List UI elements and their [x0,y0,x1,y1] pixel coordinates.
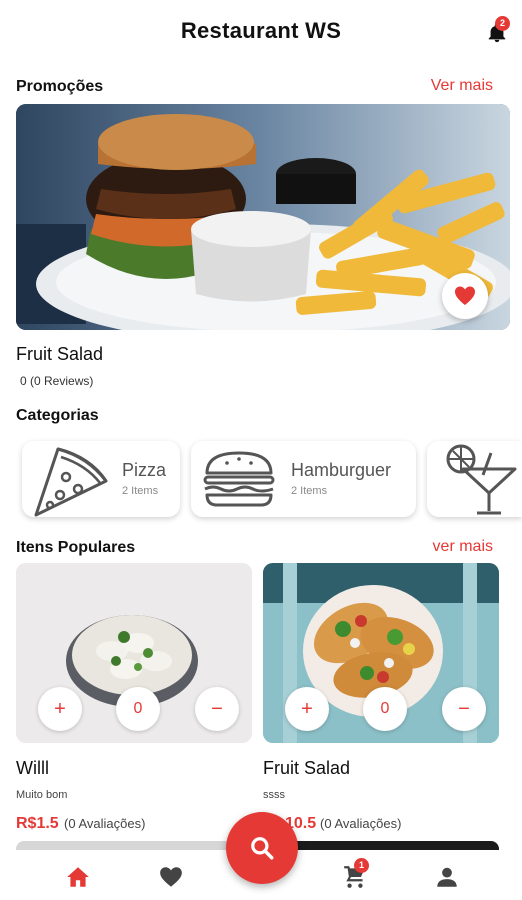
minus-icon: − [211,698,223,720]
category-name: Pizza [122,460,167,480]
promotions-see-more-link[interactable]: Ver mais [431,77,493,95]
nav-cart[interactable]: 1 [342,858,369,890]
notification-button[interactable]: 2 [486,16,510,44]
popular-see-more-link[interactable]: ver mais [433,538,493,556]
next-item-image-peek [263,841,499,850]
quantity-display: 0 [116,687,160,731]
categories-title: Categorias [16,407,99,424]
home-icon [67,867,89,887]
popular-item-description: ssss [263,789,285,801]
promotions-title: Promoções [16,78,104,95]
popular-item-name: Fruit Salad [263,758,351,778]
category-card-drinks[interactable] [427,441,522,517]
quantity-display: 0 [363,687,407,731]
category-card-pizza[interactable]: Pizza 2 Items [22,441,180,517]
nav-profile[interactable] [434,864,460,890]
increase-quantity-button[interactable]: + [285,687,329,731]
plus-icon: + [301,698,313,720]
category-name: Hamburguer [291,460,392,480]
popular-item-reviews: (0 Avaliações) [320,816,402,831]
burger-icon [203,451,275,507]
burger-fries-photo [16,104,510,330]
nav-home[interactable] [65,864,91,890]
decrease-quantity-button[interactable]: − [195,687,239,731]
category-card-hamburguer[interactable]: Hamburguer 2 Items [191,441,416,517]
app-header: Restaurant WS 2 [0,0,522,64]
plus-icon: + [54,698,66,720]
cart-badge: 1 [354,858,369,873]
category-count: 2 Items [291,485,328,497]
minus-icon: − [458,698,470,720]
heart-icon [455,286,475,305]
cocktail-icon [446,444,517,515]
favorite-button[interactable] [442,273,488,319]
popular-item-reviews: (0 Avaliações) [64,816,146,831]
promotion-card-image[interactable] [16,104,510,330]
next-item-image-peek [16,841,252,850]
pizza-slice-icon [34,447,108,517]
promotion-item-name: Fruit Salad [16,344,104,364]
nav-favorites[interactable] [158,864,184,890]
notification-badge: 2 [495,16,510,31]
decrease-quantity-button[interactable]: − [442,687,486,731]
increase-quantity-button[interactable]: + [38,687,82,731]
popular-item-description: Muito bom [16,789,68,801]
promotion-item-reviews: 0 (0 Reviews) [20,374,94,388]
popular-items-title: Itens Populares [16,539,136,556]
search-icon [251,837,274,860]
person-icon [437,867,457,887]
category-count: 2 Items [122,485,159,497]
search-fab-button[interactable] [226,812,298,884]
popular-item-price: R$1.5 [16,815,59,832]
heart-icon [160,867,182,887]
app-title: Restaurant WS [180,18,342,43]
popular-item-name: Willl [16,758,49,778]
